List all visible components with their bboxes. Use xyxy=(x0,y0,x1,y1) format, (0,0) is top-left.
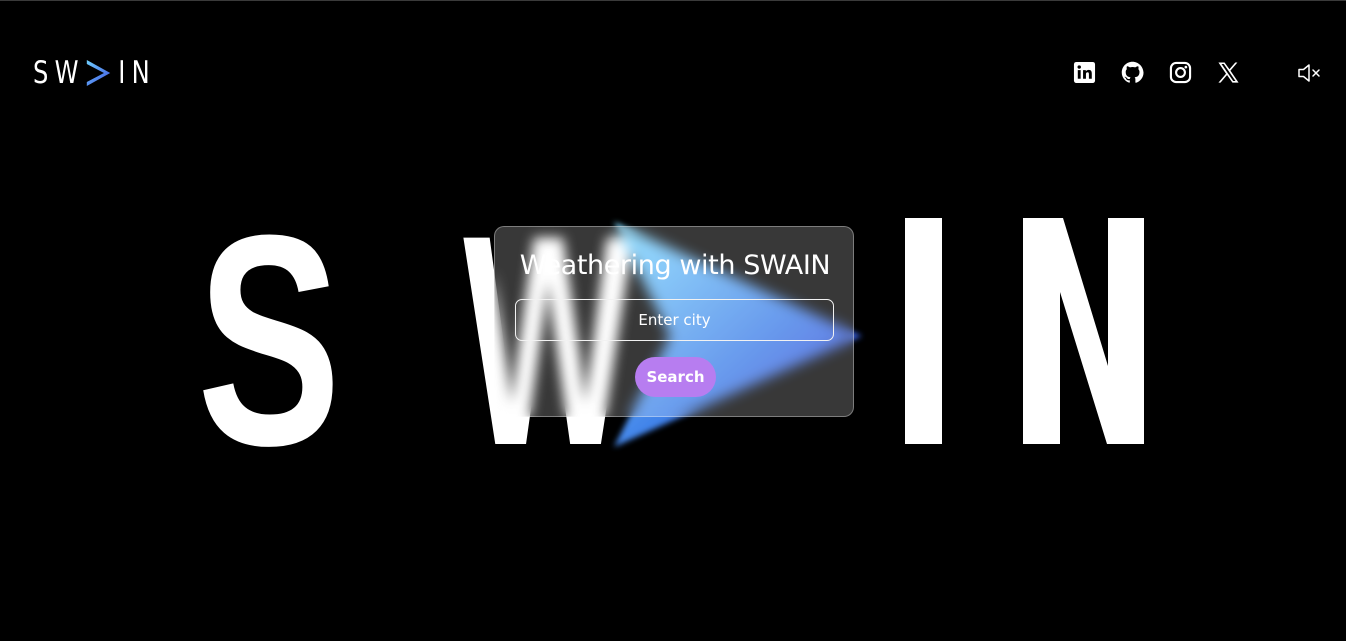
x-icon[interactable] xyxy=(1217,61,1240,84)
search-button[interactable]: Search xyxy=(635,357,716,397)
weather-search-card: Weathering with SWAIN Search xyxy=(494,226,854,417)
hero-letter-n xyxy=(1023,218,1144,444)
github-icon[interactable] xyxy=(1121,61,1144,84)
hero-letter-s: S xyxy=(197,173,341,508)
card-title: Weathering with SWAIN xyxy=(519,250,831,281)
logo-arrow-icon xyxy=(87,60,111,86)
logo-text-end: IN xyxy=(118,55,156,91)
social-links xyxy=(1073,61,1240,84)
page: S W SW IN Weathering with SWAIN Enter ci… xyxy=(0,0,1346,641)
logo-text-start: SW xyxy=(33,55,85,91)
hero-letter-i xyxy=(905,218,942,444)
brand-logo[interactable]: SW IN xyxy=(33,55,156,91)
instagram-icon[interactable] xyxy=(1169,61,1192,84)
linkedin-icon[interactable] xyxy=(1073,61,1096,84)
speaker-muted-icon[interactable] xyxy=(1297,62,1321,84)
city-input[interactable] xyxy=(515,299,834,341)
